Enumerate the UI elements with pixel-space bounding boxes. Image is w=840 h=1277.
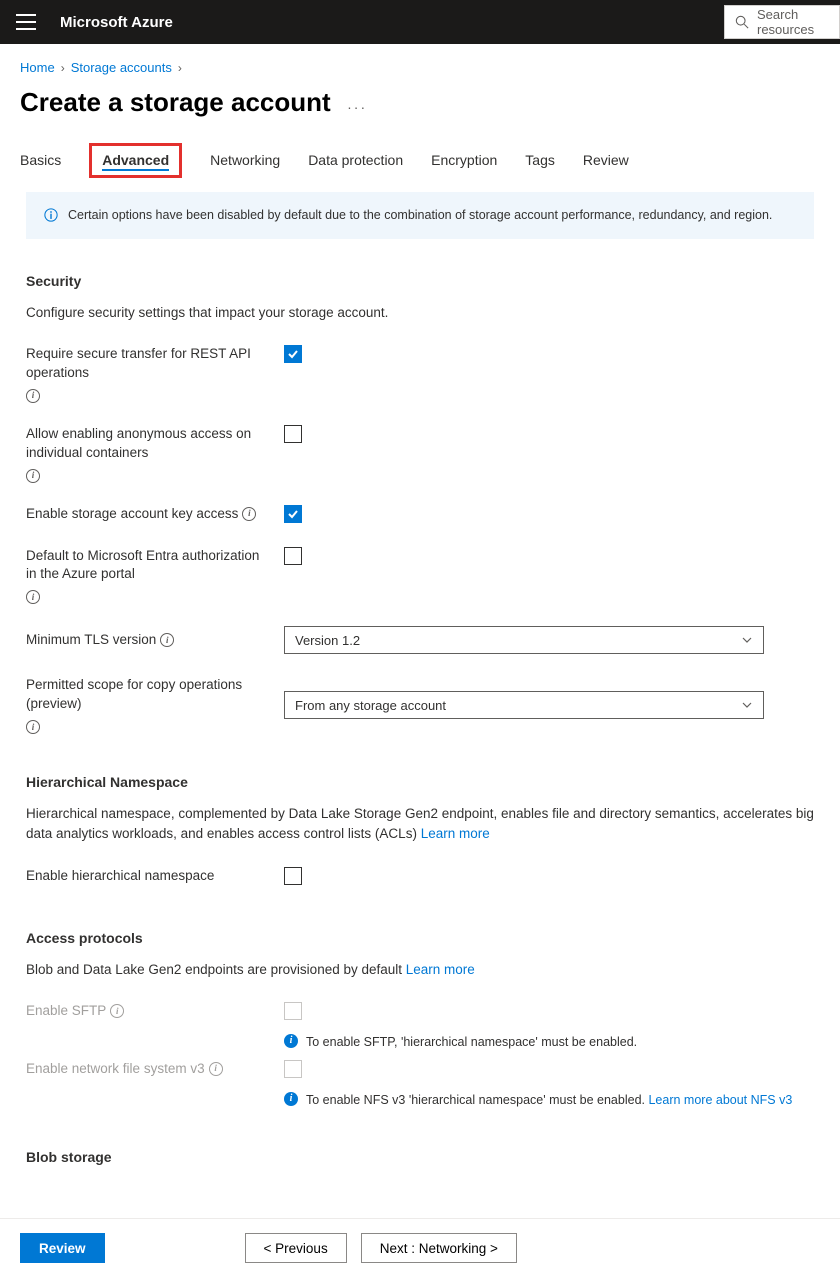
tab-review[interactable]: Review	[583, 152, 629, 178]
protocols-desc: Blob and Data Lake Gen2 endpoints are pr…	[26, 960, 814, 980]
nfs-checkbox	[284, 1060, 302, 1078]
tls-select[interactable]: Version 1.2	[284, 626, 764, 654]
copy-scope-label: Permitted scope for copy operations (pre…	[26, 676, 284, 734]
section-security: Security Configure security settings tha…	[26, 273, 814, 734]
protocols-heading: Access protocols	[26, 930, 814, 946]
sftp-checkbox	[284, 1002, 302, 1020]
tab-advanced[interactable]: Advanced	[89, 143, 182, 178]
info-icon	[44, 208, 58, 222]
review-button[interactable]: Review	[20, 1233, 105, 1263]
chevron-down-icon	[741, 699, 753, 711]
info-icon[interactable]: i	[110, 1004, 124, 1018]
hamburger-menu-icon[interactable]	[16, 14, 36, 30]
page-title: Create a storage account	[20, 87, 331, 118]
protocols-learn-link[interactable]: Learn more	[406, 962, 475, 977]
info-icon[interactable]: i	[26, 389, 40, 403]
info-icon[interactable]: i	[26, 590, 40, 604]
sftp-label: Enable SFTPi	[26, 1002, 284, 1021]
info-icon[interactable]: i	[242, 507, 256, 521]
chevron-down-icon	[741, 634, 753, 646]
tab-bar: Basics Advanced Networking Data protecti…	[20, 152, 820, 178]
crumb-home[interactable]: Home	[20, 60, 55, 75]
tab-basics[interactable]: Basics	[20, 152, 61, 178]
crumb-storage[interactable]: Storage accounts	[71, 60, 172, 75]
info-icon[interactable]: i	[160, 633, 174, 647]
info-icon[interactable]: i	[209, 1062, 223, 1076]
previous-button[interactable]: < Previous	[245, 1233, 347, 1263]
copy-scope-select[interactable]: From any storage account	[284, 691, 764, 719]
hns-enable-label: Enable hierarchical namespace	[26, 867, 284, 886]
section-blob: Blob storage	[26, 1149, 814, 1165]
search-placeholder: Search resources	[757, 7, 829, 37]
top-bar: Microsoft Azure Search resources	[0, 0, 840, 44]
chevron-right-icon: ›	[178, 61, 182, 75]
info-icon: i	[284, 1092, 298, 1106]
more-actions-icon[interactable]: ···	[347, 99, 367, 115]
secure-transfer-checkbox[interactable]	[284, 345, 302, 363]
next-button[interactable]: Next : Networking >	[361, 1233, 517, 1263]
brand-label: Microsoft Azure	[60, 14, 173, 31]
entra-label: Default to Microsoft Entra authorization…	[26, 547, 284, 605]
sftp-hint: iTo enable SFTP, 'hierarchical namespace…	[284, 1033, 814, 1052]
tab-networking[interactable]: Networking	[210, 152, 280, 178]
nfs-label: Enable network file system v3i	[26, 1060, 284, 1079]
nfs-hint: iTo enable NFS v3 'hierarchical namespac…	[284, 1091, 814, 1110]
info-icon: i	[284, 1034, 298, 1048]
tab-encryption[interactable]: Encryption	[431, 152, 497, 178]
nfs-learn-link[interactable]: Learn more about NFS v3	[648, 1093, 792, 1107]
key-access-checkbox[interactable]	[284, 505, 302, 523]
info-banner: Certain options have been disabled by de…	[26, 192, 814, 239]
search-input[interactable]: Search resources	[724, 5, 840, 39]
secure-transfer-label: Require secure transfer for REST API ope…	[26, 345, 284, 403]
entra-checkbox[interactable]	[284, 547, 302, 565]
hns-learn-link[interactable]: Learn more	[421, 826, 490, 841]
security-heading: Security	[26, 273, 814, 289]
security-desc: Configure security settings that impact …	[26, 303, 814, 323]
anon-access-label: Allow enabling anonymous access on indiv…	[26, 425, 284, 483]
chevron-right-icon: ›	[61, 61, 65, 75]
tls-label: Minimum TLS versioni	[26, 631, 284, 650]
info-icon[interactable]: i	[26, 720, 40, 734]
anon-access-checkbox[interactable]	[284, 425, 302, 443]
section-hns: Hierarchical Namespace Hierarchical name…	[26, 774, 814, 890]
breadcrumb: Home › Storage accounts ›	[20, 60, 820, 75]
hns-desc: Hierarchical namespace, complemented by …	[26, 804, 814, 845]
hns-heading: Hierarchical Namespace	[26, 774, 814, 790]
info-icon[interactable]: i	[26, 469, 40, 483]
tab-tags[interactable]: Tags	[525, 152, 555, 178]
blob-heading: Blob storage	[26, 1149, 814, 1165]
info-text: Certain options have been disabled by de…	[68, 206, 772, 225]
hns-enable-checkbox[interactable]	[284, 867, 302, 885]
search-icon	[735, 15, 749, 29]
footer-bar: Review < Previous Next : Networking >	[0, 1218, 840, 1277]
key-access-label: Enable storage account key accessi	[26, 505, 284, 524]
section-protocols: Access protocols Blob and Data Lake Gen2…	[26, 930, 814, 1110]
tab-data-protection[interactable]: Data protection	[308, 152, 403, 178]
